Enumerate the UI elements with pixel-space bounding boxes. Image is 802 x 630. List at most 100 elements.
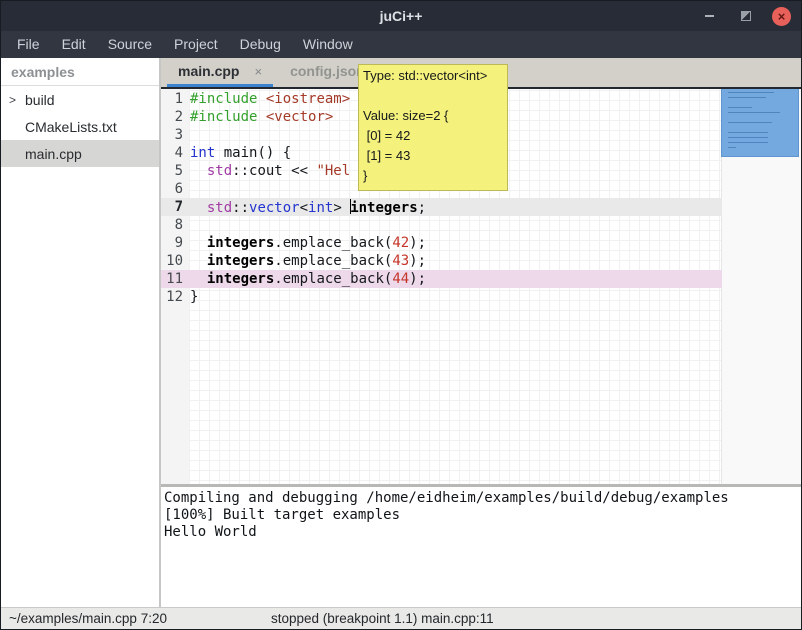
code-line[interactable]: 12} [161,288,801,306]
tooltip-line: Value: size=2 { [363,106,507,126]
code-text: int main() { [190,145,291,161]
code-token: int [190,145,215,161]
close-button[interactable]: × [772,7,791,26]
line-number[interactable]: 3 [161,127,183,143]
tree-item-label: CMakeLists.txt [25,119,117,135]
window-controls: × [700,1,791,31]
line-number[interactable]: 1 [161,91,183,107]
tab-label: main.cpp [178,63,239,79]
sidebar-item-main-cpp[interactable]: main.cpp [1,140,159,167]
tooltip-line: } [363,166,507,186]
minimize-icon [705,15,714,17]
code-token: 43 [392,253,409,269]
line-number[interactable]: 7 [161,199,183,215]
output-line: [100%] Built target examples [164,507,801,524]
code-token: .emplace_back( [274,253,392,269]
code-token: } [190,289,198,305]
tab-close-icon[interactable]: × [254,64,262,79]
code-line[interactable]: 9 integers.emplace_back(42); [161,234,801,252]
sidebar-item-cmakelists-txt[interactable]: CMakeLists.txt [1,113,159,140]
close-icon: × [778,10,786,23]
minimap-code-line [728,147,736,148]
minimize-button[interactable] [700,7,719,26]
code-token: std [207,200,232,216]
status-file-position: ~/examples/main.cpp 7:20 [9,608,167,629]
output-line: Hello World [164,524,801,541]
code-token: ); [409,271,426,287]
line-number[interactable]: 5 [161,163,183,179]
sidebar-item-build[interactable]: >build [1,86,159,113]
chevron-right-icon[interactable]: > [9,93,25,107]
file-tree: >build CMakeLists.txt main.cpp [1,86,159,167]
menu-item-source[interactable]: Source [97,31,163,58]
code-line[interactable]: 10 integers.emplace_back(43); [161,252,801,270]
tooltip-line [363,86,507,106]
line-highlight-band [161,288,722,306]
code-token: std [207,163,232,179]
line-number[interactable]: 8 [161,217,183,233]
code-token: ); [409,253,426,269]
code-text: integers.emplace_back(44); [190,271,426,287]
code-token: 44 [392,271,409,287]
code-text: } [190,289,198,305]
code-token [190,163,207,179]
line-highlight-band [161,216,722,234]
code-token: integers [207,253,274,269]
code-token: ::cout << [232,163,316,179]
status-debug-state: stopped (breakpoint 1.1) main.cpp:11 [271,608,494,629]
project-name-header: examples [1,58,159,86]
maximize-icon [741,11,751,21]
title-bar[interactable]: juCi++ × [1,1,801,31]
code-token: ); [409,235,426,251]
code-line[interactable]: 11 integers.emplace_back(44); [161,270,801,288]
minimap-code-line [728,107,752,108]
tree-item-label: main.cpp [25,146,82,162]
code-text: #include <vector> [190,109,333,125]
code-token: integers [207,235,274,251]
minimap-viewport[interactable] [721,89,799,157]
menu-item-file[interactable]: File [6,31,51,58]
tooltip-line: Type: std::vector<int> [363,66,507,86]
menu-item-project[interactable]: Project [163,31,229,58]
code-text: std::cout << "Hel [190,163,350,179]
app-window: juCi++ × FileEditSourceProjectDebugWindo… [0,0,802,630]
line-number[interactable]: 12 [161,289,183,305]
line-number[interactable]: 11 [161,271,183,287]
code-token [257,91,265,107]
line-number[interactable]: 4 [161,145,183,161]
build-output-panel[interactable]: Compiling and debugging /home/eidheim/ex… [161,487,801,607]
code-line[interactable]: 7 std::vector<int> integers; [161,198,801,216]
code-token: #include [190,91,257,107]
code-line[interactable]: 8 [161,216,801,234]
code-token: > [333,200,350,216]
code-token [190,253,207,269]
code-text: integers.emplace_back(42); [190,235,426,251]
code-token: "Hel [316,163,350,179]
output-line: Compiling and debugging /home/eidheim/ex… [164,490,801,507]
minimap-code-line [728,137,768,138]
line-number[interactable]: 6 [161,181,183,197]
code-token: #include [190,109,257,125]
code-text: integers.emplace_back(43); [190,253,426,269]
minimap-code-line [728,97,766,98]
code-text: std::vector<int> integers; [190,199,426,216]
menu-item-debug[interactable]: Debug [229,31,292,58]
maximize-button[interactable] [736,7,755,26]
menu-bar: FileEditSourceProjectDebugWindow [1,31,801,58]
minimap-code-line [728,112,780,113]
code-token: vector [249,200,300,216]
menu-item-edit[interactable]: Edit [51,31,97,58]
code-token: main() { [215,145,291,161]
line-number[interactable]: 2 [161,109,183,125]
code-token: <vector> [266,109,333,125]
tab-main-cpp[interactable]: main.cpp × [167,58,273,87]
minimap-code-line [728,142,768,143]
minimap-code-line [728,122,772,123]
code-token [257,109,265,125]
line-number[interactable]: 9 [161,235,183,251]
line-number[interactable]: 10 [161,253,183,269]
file-tree-sidebar[interactable]: examples >build CMakeLists.txt main.cpp [1,58,159,607]
code-token: < [300,200,308,216]
code-token: .emplace_back( [274,235,392,251]
menu-item-window[interactable]: Window [292,31,364,58]
